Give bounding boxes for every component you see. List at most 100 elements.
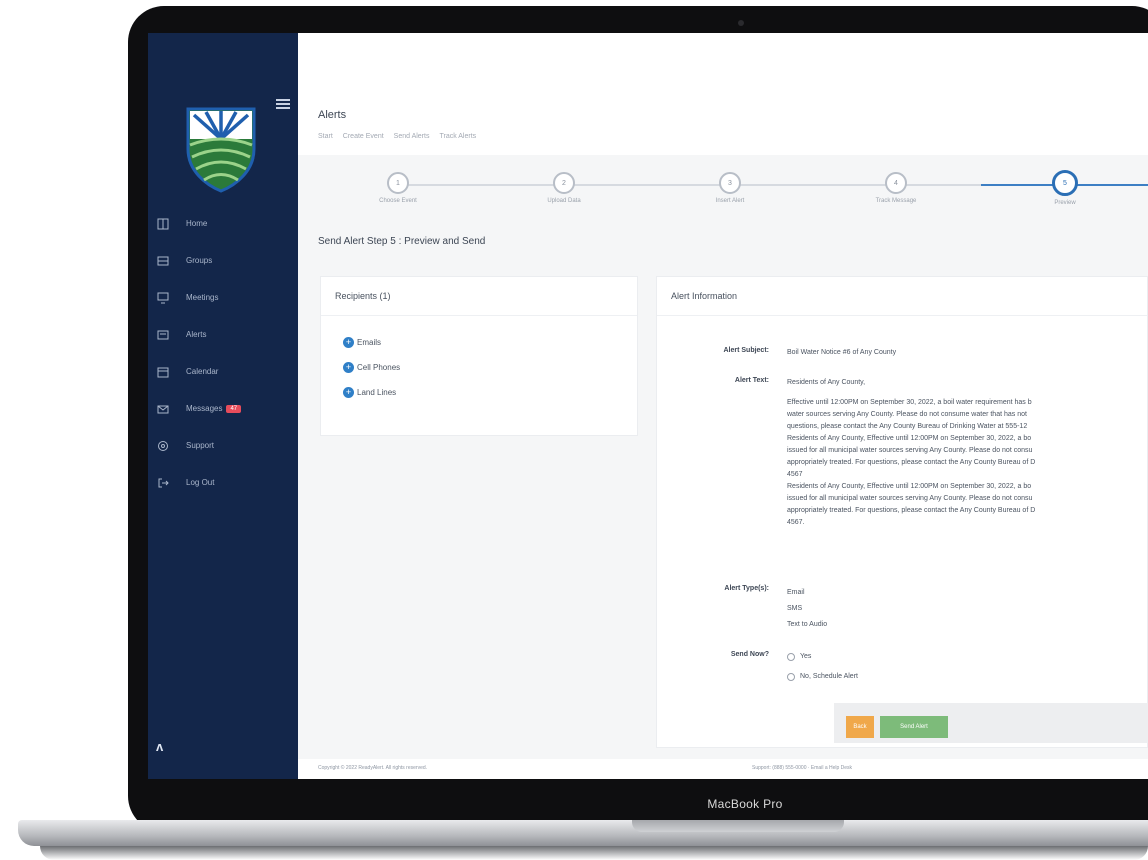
step-number: 3 — [719, 172, 741, 194]
step-4[interactable]: 4 Track Message — [846, 172, 946, 204]
recipients-list: + Emails + Cell Phones + Land Lines — [321, 316, 637, 419]
breadcrumb-item[interactable]: Start — [318, 133, 333, 140]
breadcrumb-item[interactable]: Track Alerts — [439, 133, 476, 140]
radio-label: Yes — [800, 653, 812, 660]
alert-text-line: 4567. — [787, 519, 805, 526]
sidebar-item-meetings[interactable]: Meetings — [148, 279, 298, 316]
sidebar-item-alerts[interactable]: Alerts — [148, 316, 298, 353]
recipient-label: Emails — [357, 338, 382, 347]
sidebar-item-label: Log Out — [186, 478, 215, 487]
recipient-cell-phones[interactable]: + Cell Phones — [343, 355, 615, 380]
page-footer: Copyright © 2022 ReadyAlert. All rights … — [298, 759, 1148, 779]
step-number: 4 — [885, 172, 907, 194]
sidebar-item-groups[interactable]: Groups — [148, 242, 298, 279]
messages-count-badge: 47 — [226, 404, 242, 413]
step-5[interactable]: 5 Preview — [1015, 170, 1115, 206]
send-now-yes-radio[interactable]: Yes — [787, 647, 1148, 667]
logout-icon — [156, 477, 170, 489]
sidebar-item-logout[interactable]: Log Out — [148, 464, 298, 501]
alert-text-line: appropriately treated. For questions, pl… — [787, 459, 1036, 466]
sidebar-item-messages[interactable]: Messages 47 — [148, 390, 298, 427]
sidebar-item-label: Meetings — [186, 293, 219, 302]
send-now-schedule-radio[interactable]: No, Schedule Alert — [787, 667, 1148, 687]
sidebar-item-label: Alerts — [186, 330, 207, 339]
plus-icon: + — [343, 362, 354, 373]
sidebar-item-label: Support — [186, 441, 215, 450]
camera — [738, 20, 744, 26]
alert-text-line: 4567 — [787, 471, 803, 478]
recipient-label: Land Lines — [357, 388, 397, 397]
breadcrumb: Start Create Event Send Alerts Track Ale… — [318, 133, 476, 140]
plus-icon: + — [343, 387, 354, 398]
breadcrumb-item[interactable]: Create Event — [343, 133, 384, 140]
dashboard-icon — [156, 218, 170, 230]
step-label: Preview — [1054, 200, 1076, 206]
alert-text-line: appropriately treated. For questions, pl… — [787, 507, 1036, 514]
send-now-options: Yes No, Schedule Alert — [787, 647, 1148, 687]
step-2[interactable]: 2 Upload Data — [514, 172, 614, 204]
alert-type-item: Email — [787, 589, 805, 596]
alert-text-line: Effective until 12:00PM on September 30,… — [787, 399, 1032, 406]
step-number: 2 — [553, 172, 575, 194]
step-number: 1 — [387, 172, 409, 194]
alert-text-line: issued for all municipal water sources s… — [787, 447, 1033, 454]
copyright-text: Copyright © 2022 ReadyAlert. All rights … — [318, 765, 428, 771]
radio-label: No, Schedule Alert — [800, 673, 858, 680]
sidebar-item-label: Calendar — [186, 367, 219, 376]
alert-text-line: issued for all municipal water sources s… — [787, 495, 1033, 502]
sidebar-item-calendar[interactable]: Calendar — [148, 353, 298, 390]
alert-types-value: Email SMS Text to Audio — [787, 585, 1148, 633]
back-button[interactable]: Back — [846, 716, 874, 738]
alert-type-item: SMS — [787, 605, 803, 612]
main-content: Alerts Start Create Event Send Alerts Tr… — [298, 33, 1148, 779]
alert-subject-value: Boil Water Notice #6 of Any County — [787, 349, 897, 356]
support-icon — [156, 440, 170, 452]
send-alert-button[interactable]: Send Alert — [880, 716, 948, 738]
step-label: Choose Event — [379, 198, 417, 204]
alert-text-line: questions, please contact the Any County… — [787, 423, 1028, 430]
laptop-base-notch — [632, 820, 844, 832]
laptop-shadow — [40, 846, 1148, 860]
radio-circle — [787, 653, 795, 661]
sidebar-item-home[interactable]: Home — [148, 205, 298, 242]
step-3[interactable]: 3 Insert Alert — [680, 172, 780, 204]
recipient-emails[interactable]: + Emails — [343, 330, 615, 355]
recipients-title: Recipients (1) — [321, 277, 637, 316]
alert-text-line: Residents of Any County, Effective until… — [787, 435, 1032, 442]
recipient-land-lines[interactable]: + Land Lines — [343, 380, 615, 405]
sidebar-nav: Home Groups Meetings Alerts Calendar Mes… — [148, 205, 298, 501]
groups-icon — [156, 255, 170, 267]
monitor-icon — [156, 292, 170, 304]
screen: Home Groups Meetings Alerts Calendar Mes… — [148, 33, 1148, 779]
field-label: Alert Text: — [734, 377, 769, 384]
step-progress: 1 Choose Event 2 Upload Data 3 Insert Al… — [298, 155, 1148, 221]
device-model-label: MacBook Pro — [707, 797, 783, 811]
alert-type-item: Text to Audio — [787, 621, 828, 628]
sidebar-item-label: Home — [186, 219, 208, 228]
step-heading: Send Alert Step 5 : Preview and Send — [318, 236, 486, 247]
mail-icon — [156, 403, 170, 415]
brand-mark-icon: ᴧ — [156, 739, 164, 754]
alert-information-card: Alert Information Alert Subject: Boil Wa… — [656, 276, 1148, 748]
sidebar-item-label: Groups — [186, 256, 213, 265]
step-1[interactable]: 1 Choose Event — [348, 172, 448, 204]
organization-logo — [186, 107, 256, 193]
plus-icon: + — [343, 337, 354, 348]
breadcrumb-item[interactable]: Send Alerts — [394, 133, 430, 140]
field-label: Send Now? — [730, 651, 769, 658]
menu-toggle-icon[interactable] — [276, 99, 290, 109]
calendar-icon — [156, 366, 170, 378]
alert-text-value: Residents of Any County, Effective until… — [787, 377, 1148, 529]
radio-circle — [787, 673, 795, 681]
sidebar: Home Groups Meetings Alerts Calendar Mes… — [148, 33, 298, 779]
recipient-label: Cell Phones — [357, 363, 401, 372]
step-label: Insert Alert — [715, 198, 745, 204]
laptop-base — [18, 820, 1148, 846]
sidebar-item-support[interactable]: Support — [148, 427, 298, 464]
alert-text-line: Residents of Any County, Effective until… — [787, 483, 1032, 490]
alert-text-line: water sources serving Any County. Please… — [787, 411, 1027, 418]
page-title: Alerts — [318, 109, 347, 121]
form-action-bar: Back Send Alert — [834, 703, 1148, 743]
alert-information-title: Alert Information — [657, 277, 1147, 316]
step-label: Upload Data — [547, 198, 581, 204]
